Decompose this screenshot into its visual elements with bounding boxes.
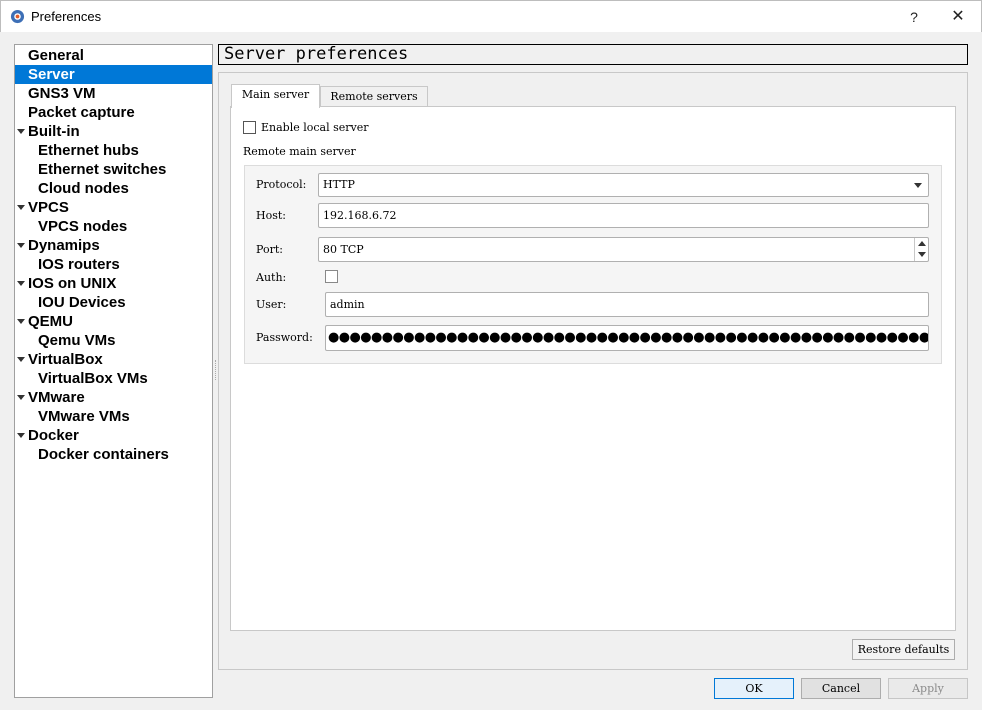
expand-arrow-icon[interactable] [17,319,25,324]
expand-arrow-icon[interactable] [17,129,25,134]
sidebar-item-ios-routers[interactable]: IOS routers [15,255,212,274]
sidebar-item-label: VirtualBox [28,351,103,368]
user-value: admin [330,298,365,311]
host-label: Host: [256,209,286,222]
remote-main-server-label: Remote main server [243,145,356,158]
sidebar-item-qemu[interactable]: QEMU [15,312,212,331]
sidebar-item-label: Ethernet hubs [38,142,139,159]
port-label: Port: [256,243,283,256]
sidebar-item-general[interactable]: General [15,46,212,65]
sidebar-item-vpcs[interactable]: VPCS [15,198,212,217]
protocol-label: Protocol: [256,178,307,191]
tab-remote-servers[interactable]: Remote servers [320,86,428,108]
password-label: Password: [256,331,313,344]
window-title: Preferences [31,9,102,24]
password-value: ●●●●●●●●●●●●●●●●●●●●●●●●●●●●●●●●●●●●●●●●… [328,330,929,345]
sidebar-item-label: Ethernet switches [38,161,167,178]
sidebar-item-label: VPCS nodes [38,218,128,235]
sidebar-item-dynamips[interactable]: Dynamips [15,236,212,255]
enable-local-server-checkbox[interactable] [243,121,256,134]
sidebar-item-ethernet-switches[interactable]: Ethernet switches [15,160,212,179]
expand-arrow-icon[interactable] [17,395,25,400]
splitter-handle[interactable] [215,360,217,380]
sidebar-item-ios-on-unix[interactable]: IOS on UNIX [15,274,212,293]
sidebar-item-label: General [28,47,84,64]
enable-local-server-label: Enable local server [261,121,369,134]
sidebar-item-iou-devices[interactable]: IOU Devices [15,293,212,312]
port-spin-buttons[interactable] [914,238,928,261]
sidebar-item-docker-containers[interactable]: Docker containers [15,445,212,464]
sidebar-item-label: QEMU [28,313,73,330]
spin-down-icon[interactable] [918,252,926,257]
expand-arrow-icon[interactable] [17,357,25,362]
sidebar-item-built-in[interactable]: Built-in [15,122,212,141]
help-button[interactable]: ? [904,7,924,27]
protocol-select[interactable]: HTTP [318,173,929,197]
sidebar-item-packet-capture[interactable]: Packet capture [15,103,212,122]
sidebar-item-ethernet-hubs[interactable]: Ethernet hubs [15,141,212,160]
expand-arrow-icon[interactable] [17,205,25,210]
title-bar: Preferences ? ✕ [0,0,982,32]
sidebar-item-label: Packet capture [28,104,135,121]
user-input[interactable]: admin [325,292,929,317]
sidebar-item-vmware-vms[interactable]: VMware VMs [15,407,212,426]
gns3-app-icon [10,9,25,24]
sidebar-item-label: Qemu VMs [38,332,116,349]
sidebar-item-label: IOS on UNIX [28,275,117,292]
close-window-button[interactable]: ✕ [948,7,968,27]
sidebar-item-label: IOU Devices [38,294,126,311]
port-value: 80 TCP [323,243,364,256]
sidebar-item-label: VPCS [28,199,69,216]
restore-defaults-button[interactable]: Restore defaults [852,639,955,660]
sidebar-item-label: Cloud nodes [38,180,129,197]
sidebar-item-label: IOS routers [38,256,120,273]
expand-arrow-icon[interactable] [17,433,25,438]
expand-arrow-icon[interactable] [17,281,25,286]
page-title: Server preferences [218,44,968,65]
apply-button[interactable]: Apply [888,678,968,699]
ok-button[interactable]: OK [714,678,794,699]
chevron-down-icon [914,183,922,188]
sidebar-item-docker[interactable]: Docker [15,426,212,445]
sidebar-item-label: Built-in [28,123,80,140]
sidebar-item-label: VirtualBox VMs [38,370,148,387]
host-value: 192.168.6.72 [323,209,397,222]
spin-up-icon[interactable] [918,241,926,246]
sidebar-item-label: VMware [28,389,85,406]
sidebar-item-vmware[interactable]: VMware [15,388,212,407]
sidebar-item-vpcs-nodes[interactable]: VPCS nodes [15,217,212,236]
sidebar-item-server[interactable]: Server [15,65,212,84]
sidebar-item-label: VMware VMs [38,408,130,425]
sidebar-item-label: Docker [28,427,79,444]
protocol-value: HTTP [323,178,355,191]
preferences-tree[interactable]: General Server GNS3 VM Packet capture Built-… [14,44,213,698]
auth-checkbox[interactable] [325,270,338,283]
sidebar-item-qemu-vms[interactable]: Qemu VMs [15,331,212,350]
sidebar-item-label: Dynamips [28,237,100,254]
tab-main-server[interactable]: Main server [231,84,320,108]
cancel-button[interactable]: Cancel [801,678,881,699]
host-input[interactable]: 192.168.6.72 [318,203,929,228]
sidebar-item-virtualbox[interactable]: VirtualBox [15,350,212,369]
port-spinbox[interactable]: 80 TCP [318,237,929,262]
user-label: User: [256,298,287,311]
password-input[interactable]: ●●●●●●●●●●●●●●●●●●●●●●●●●●●●●●●●●●●●●●●●… [325,325,929,351]
auth-label: Auth: [256,271,287,284]
sidebar-item-virtualbox-vms[interactable]: VirtualBox VMs [15,369,212,388]
sidebar-item-cloud-nodes[interactable]: Cloud nodes [15,179,212,198]
sidebar-item-label: Server [28,66,75,83]
sidebar-item-label: Docker containers [38,446,169,463]
sidebar-item-label: GNS3 VM [28,85,96,102]
expand-arrow-icon[interactable] [17,243,25,248]
sidebar-item-gns3-vm[interactable]: GNS3 VM [15,84,212,103]
